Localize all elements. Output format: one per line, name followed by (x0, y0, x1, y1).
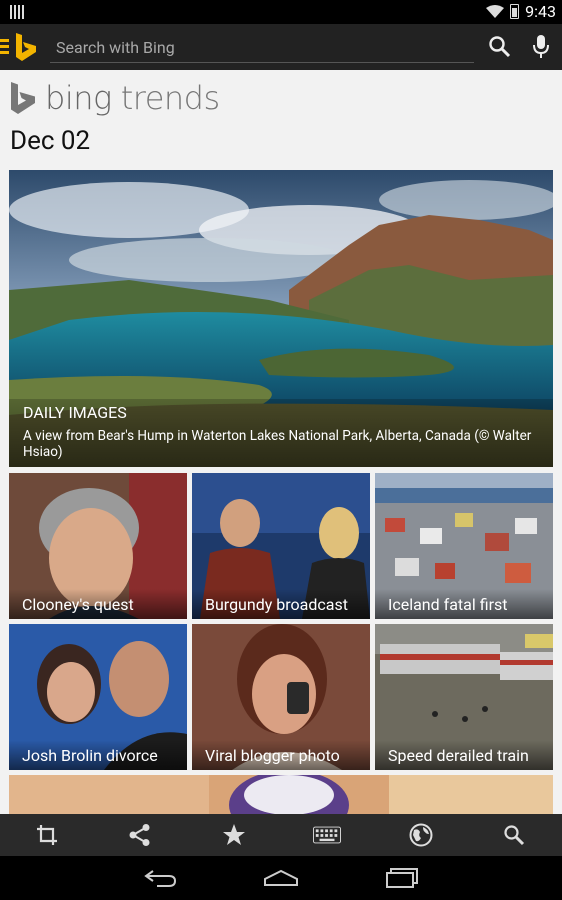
crop-icon[interactable] (33, 821, 61, 849)
battery-icon (510, 4, 520, 19)
search-field[interactable] (50, 32, 486, 63)
trend-tile-caption: Viral blogger photo (192, 740, 370, 770)
trend-tile-caption: Speed derailed train (375, 740, 553, 770)
globe-icon[interactable] (407, 821, 435, 849)
trend-tile-caption: Iceland fatal first (375, 589, 553, 619)
trend-tile-burgundy[interactable]: Burgundy broadcast (192, 473, 370, 619)
keyboard-icon[interactable] (313, 821, 341, 849)
bing-logo-icon[interactable] (14, 32, 40, 62)
trend-tile-clooney[interactable]: Clooney's quest (9, 473, 187, 619)
notification-icon (10, 5, 24, 19)
daily-image-category: DAILY IMAGES (23, 403, 127, 422)
bottom-action-bar (0, 814, 562, 856)
system-nav-bar (0, 856, 562, 900)
top-bar (0, 24, 562, 70)
status-time: 9:43 (525, 2, 556, 21)
trend-tile-train[interactable]: Speed derailed train (375, 624, 553, 770)
trend-tile-label: Speed derailed train (388, 746, 529, 765)
trend-tile-caption: Josh Brolin divorce (9, 740, 187, 770)
home-icon[interactable] (261, 866, 301, 890)
bing-b-icon (11, 82, 35, 114)
trend-image (9, 775, 553, 814)
status-bar: 9:43 (0, 0, 562, 24)
trend-tile-next[interactable] (9, 775, 553, 814)
trend-tile-caption: Burgundy broadcast (192, 589, 370, 619)
trend-tile-label: Clooney's quest (22, 595, 134, 614)
bing-trends-logo: bing trends (9, 79, 220, 117)
trend-tile-blogger[interactable]: Viral blogger photo (192, 624, 370, 770)
trend-tile-brolin[interactable]: Josh Brolin divorce (9, 624, 187, 770)
star-icon[interactable] (220, 821, 248, 849)
brand-name-sub: trends (120, 79, 220, 117)
search-icon[interactable] (486, 33, 514, 61)
search-input[interactable] (50, 32, 486, 63)
menu-icon[interactable] (0, 39, 9, 55)
back-icon[interactable] (140, 866, 180, 890)
wifi-icon (486, 4, 505, 18)
daily-image-description: A view from Bear's Hump in Waterton Lake… (23, 428, 532, 460)
recent-apps-icon[interactable] (382, 866, 422, 890)
trends-feed[interactable]: bing trends Dec 02 DAILY IMAGES A view f… (0, 70, 562, 814)
trend-tile-label: Burgundy broadcast (205, 595, 348, 614)
trend-tile-label: Viral blogger photo (205, 746, 340, 765)
microphone-icon[interactable] (527, 33, 555, 61)
search-icon[interactable] (500, 821, 528, 849)
daily-image-card[interactable]: DAILY IMAGES A view from Bear's Hump in … (9, 170, 553, 467)
trend-tile-label: Josh Brolin divorce (22, 746, 158, 765)
trend-tile-label: Iceland fatal first (388, 595, 508, 614)
share-icon[interactable] (126, 821, 154, 849)
brand-name-main: bing (45, 79, 112, 117)
trend-tile-caption: Clooney's quest (9, 589, 187, 619)
trend-tile-iceland[interactable]: Iceland fatal first (375, 473, 553, 619)
date-heading: Dec 02 (10, 126, 91, 156)
